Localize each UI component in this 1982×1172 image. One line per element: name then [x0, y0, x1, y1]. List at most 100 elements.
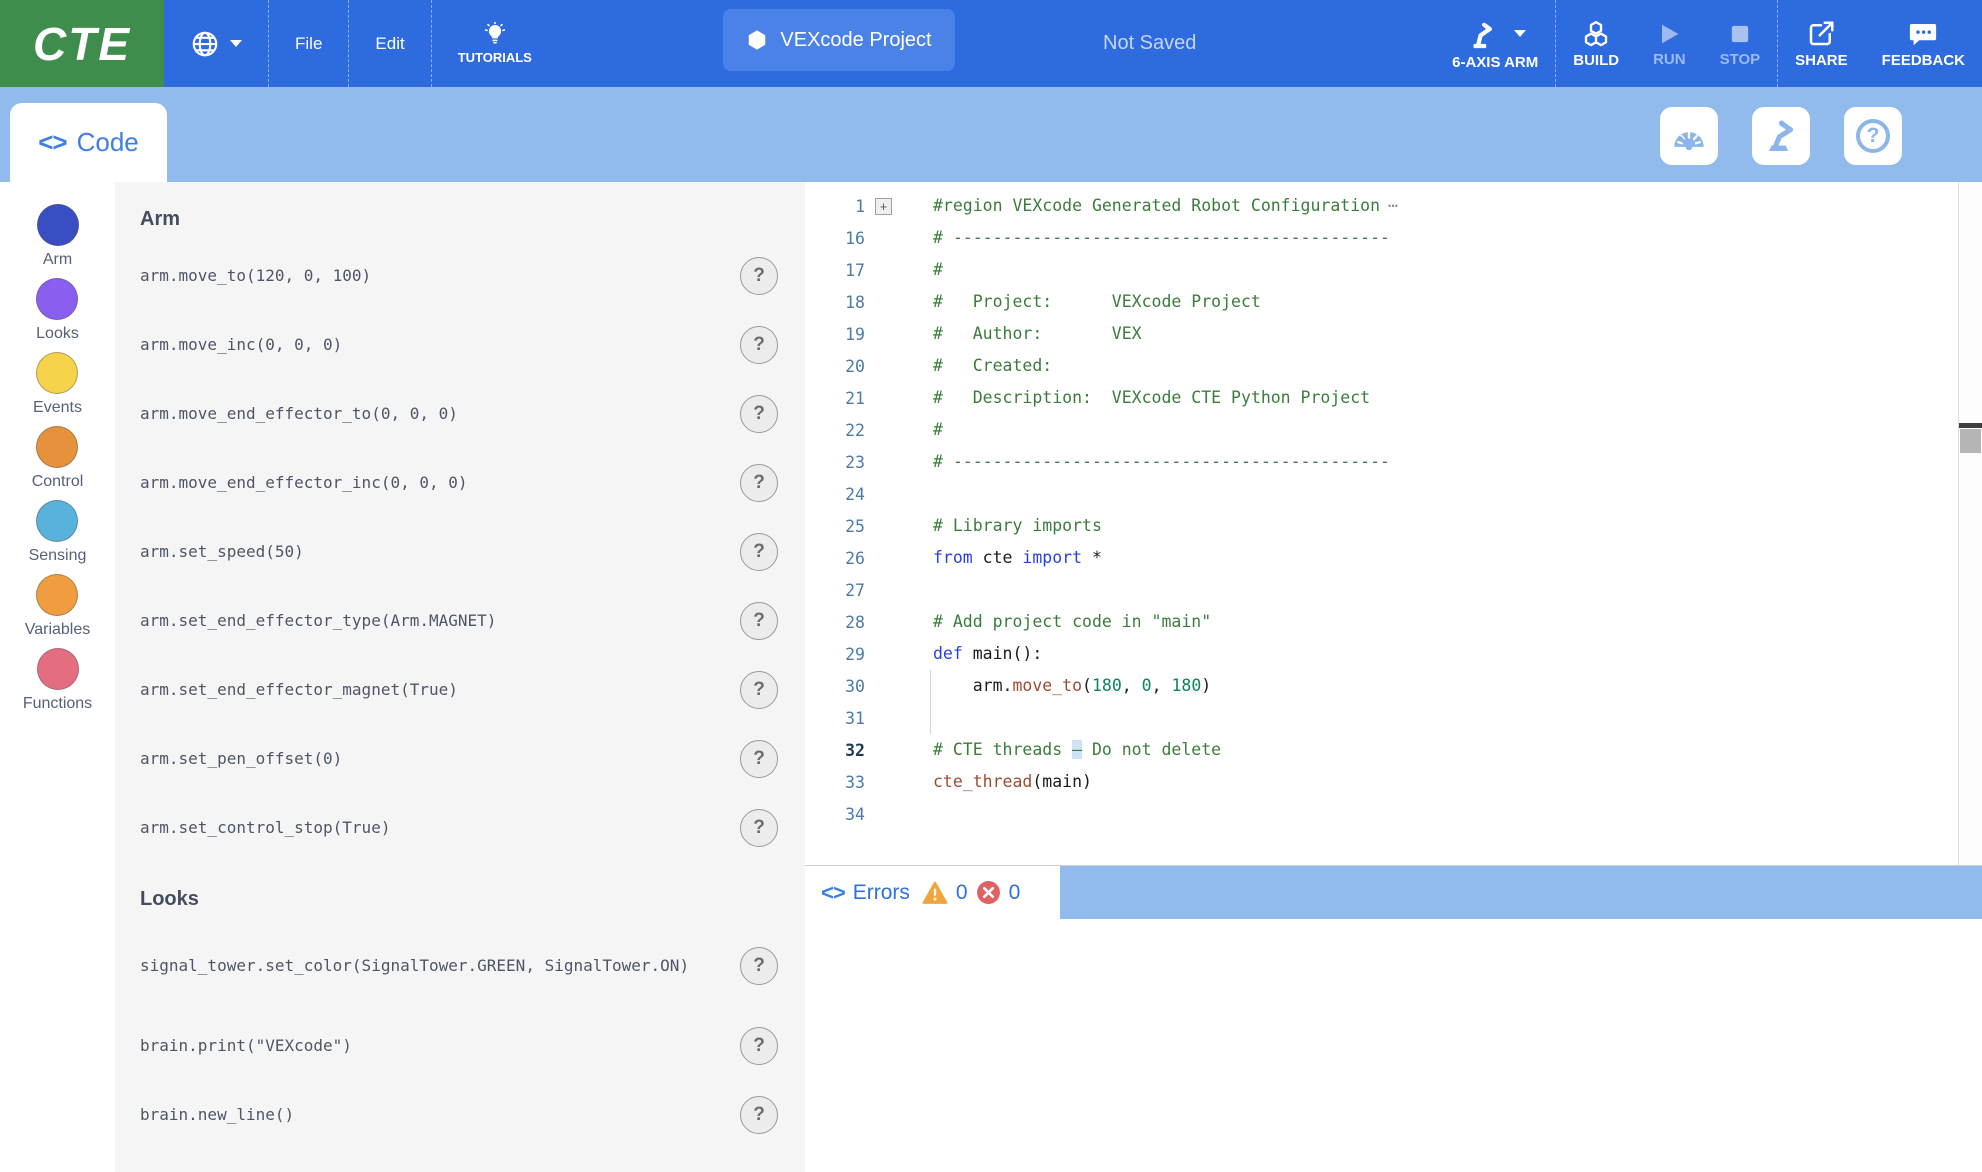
command-text: arm.set_speed(50)	[140, 539, 700, 565]
feedback-button[interactable]: FEEDBACK	[1865, 0, 1982, 87]
project-name-button[interactable]: VEXcode Project	[723, 9, 955, 71]
command-help-button[interactable]: ?	[740, 464, 778, 502]
command-help-button[interactable]: ?	[740, 1096, 778, 1134]
stop-button[interactable]: STOP	[1703, 0, 1778, 87]
category-variables[interactable]: Variables	[25, 574, 91, 639]
command-row[interactable]: arm.move_to(120, 0, 100)?	[140, 241, 778, 310]
run-button[interactable]: RUN	[1636, 0, 1703, 87]
menu-tutorials[interactable]: TUTORIALS	[432, 0, 558, 87]
code-line[interactable]: 23# ------------------------------------…	[805, 446, 1982, 478]
build-button[interactable]: BUILD	[1556, 0, 1636, 87]
code-line[interactable]: 22#	[805, 414, 1982, 446]
category-control[interactable]: Control	[32, 426, 84, 491]
command-row[interactable]: arm.set_pen_offset(0)?	[140, 724, 778, 793]
command-row[interactable]: arm.set_end_effector_type(Arm.MAGNET)?	[140, 586, 778, 655]
command-help-button[interactable]: ?	[740, 257, 778, 295]
command-row[interactable]: arm.move_end_effector_to(0, 0, 0)?	[140, 379, 778, 448]
code-line[interactable]: 1+#region VEXcode Generated Robot Config…	[805, 190, 1982, 222]
errors-bar: <> Errors 0	[805, 865, 1982, 919]
editor-scrollbar[interactable]	[1958, 182, 1982, 865]
line-number: 19	[805, 325, 875, 344]
line-number: 28	[805, 613, 875, 632]
category-sensing[interactable]: Sensing	[29, 500, 87, 565]
command-row[interactable]: arm.set_control_stop(True)?	[140, 793, 778, 862]
category-label: Arm	[43, 251, 72, 269]
code-line[interactable]: 25# Library imports	[805, 510, 1982, 542]
device-selector[interactable]: 6-AXIS ARM	[1435, 0, 1555, 87]
category-looks[interactable]: Looks	[36, 278, 79, 343]
question-mark-icon: ?	[1856, 119, 1890, 153]
code-editor[interactable]: 1+#region VEXcode Generated Robot Config…	[805, 182, 1982, 865]
command-row[interactable]: brain.new_line()?	[140, 1080, 778, 1149]
code-line[interactable]: 16# ------------------------------------…	[805, 222, 1982, 254]
command-help-button[interactable]: ?	[740, 602, 778, 640]
code-line[interactable]: 17#	[805, 254, 1982, 286]
menu-file[interactable]: File	[269, 0, 348, 87]
code-line[interactable]: 21# Description: VEXcode CTE Python Proj…	[805, 382, 1982, 414]
dashboard-button[interactable]	[1660, 107, 1718, 165]
code-text	[903, 702, 933, 734]
code-line[interactable]: 28# Add project code in "main"	[805, 606, 1982, 638]
command-text: arm.set_control_stop(True)	[140, 815, 700, 841]
code-line[interactable]: 32# CTE threads — Do not delete	[805, 734, 1982, 766]
code-text: # Description: VEXcode CTE Python Projec…	[903, 382, 1370, 414]
feedback-label: FEEDBACK	[1882, 52, 1965, 69]
command-row[interactable]: brain.print("VEXcode")?	[140, 1011, 778, 1080]
menu-edit[interactable]: Edit	[349, 0, 430, 87]
language-menu[interactable]	[164, 0, 268, 87]
command-row[interactable]: signal_tower.set_color(SignalTower.GREEN…	[140, 921, 778, 1011]
command-text: arm.move_end_effector_inc(0, 0, 0)	[140, 470, 700, 496]
caret-down-icon	[230, 40, 242, 47]
main-toolbar: CTE File Edit	[0, 0, 1982, 87]
command-help-button[interactable]: ?	[740, 809, 778, 847]
command-help-button[interactable]: ?	[740, 533, 778, 571]
code-brackets-icon: <>	[38, 127, 66, 158]
command-row[interactable]: arm.set_speed(50)?	[140, 517, 778, 586]
robot-view-button[interactable]	[1752, 107, 1810, 165]
category-arm[interactable]: Arm	[37, 204, 79, 269]
feedback-bubble-icon	[1908, 19, 1938, 49]
category-circle-icon	[36, 278, 78, 320]
hexagon-icon	[746, 28, 768, 52]
code-brackets-icon: <>	[821, 880, 845, 906]
share-button[interactable]: SHARE	[1778, 0, 1865, 87]
command-row[interactable]: arm.move_inc(0, 0, 0)?	[140, 310, 778, 379]
code-line[interactable]: 29def main():	[805, 638, 1982, 670]
code-line[interactable]: 27	[805, 574, 1982, 606]
command-help-button[interactable]: ?	[740, 395, 778, 433]
scrollbar-thumb[interactable]	[1960, 429, 1981, 453]
code-text: arm.move_to(180, 0, 180)	[903, 670, 1211, 702]
folded-region-ellipsis[interactable]: ⋯	[1388, 196, 1398, 215]
code-text: def main():	[903, 638, 1042, 670]
fold-expand-icon[interactable]: +	[875, 198, 892, 215]
category-label: Looks	[36, 325, 79, 343]
code-line[interactable]: 31	[805, 702, 1982, 734]
command-help-button[interactable]: ?	[740, 671, 778, 709]
main-content: Arm Looks Events Control Sensing Variables Fun…	[0, 182, 1982, 1172]
tab-errors[interactable]: <> Errors 0	[805, 866, 1060, 919]
code-line[interactable]: 19# Author: VEX	[805, 318, 1982, 350]
code-text: # Library imports	[903, 510, 1102, 542]
code-lines: 1+#region VEXcode Generated Robot Config…	[805, 190, 1982, 830]
fold-slot: +	[875, 198, 903, 215]
category-functions[interactable]: Functions	[23, 648, 92, 713]
category-events[interactable]: Events	[33, 352, 82, 417]
line-number: 27	[805, 581, 875, 600]
code-line[interactable]: 34	[805, 798, 1982, 830]
help-button[interactable]: ?	[1844, 107, 1902, 165]
tab-code[interactable]: <> Code	[10, 103, 167, 182]
code-text: #region VEXcode Generated Robot Configur…	[903, 190, 1398, 222]
code-line[interactable]: 24	[805, 478, 1982, 510]
code-text: # Created:	[903, 350, 1052, 382]
command-help-button[interactable]: ?	[740, 1027, 778, 1065]
code-line[interactable]: 33cte_thread(main)	[805, 766, 1982, 798]
command-row[interactable]: arm.move_end_effector_inc(0, 0, 0)?	[140, 448, 778, 517]
command-help-button[interactable]: ?	[740, 740, 778, 778]
command-row[interactable]: arm.set_end_effector_magnet(True)?	[140, 655, 778, 724]
code-line[interactable]: 30 arm.move_to(180, 0, 180)	[805, 670, 1982, 702]
code-line[interactable]: 18# Project: VEXcode Project	[805, 286, 1982, 318]
command-help-button[interactable]: ?	[740, 947, 778, 985]
command-help-button[interactable]: ?	[740, 326, 778, 364]
code-line[interactable]: 26from cte import *	[805, 542, 1982, 574]
code-line[interactable]: 20# Created:	[805, 350, 1982, 382]
